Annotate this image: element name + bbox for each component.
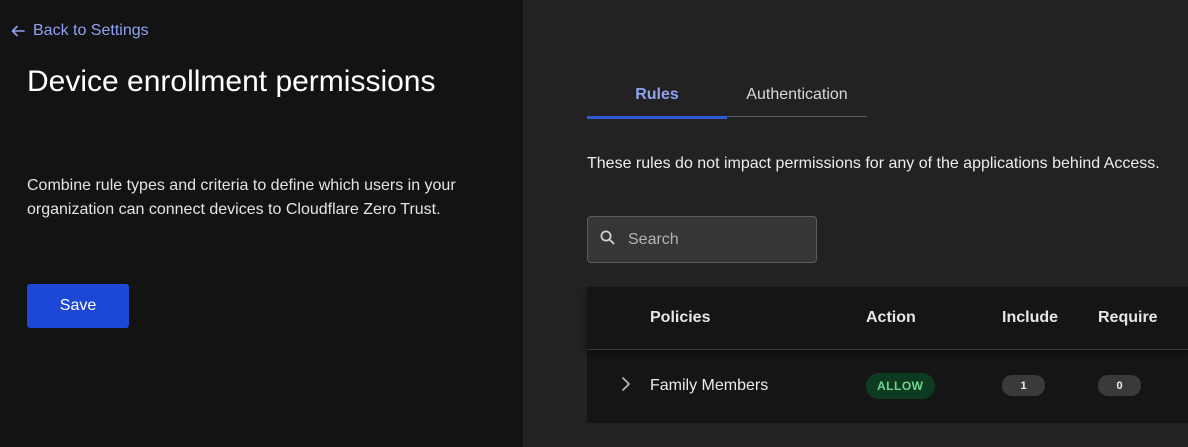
- table-row[interactable]: Family Members ALLOW 1 0: [587, 351, 1188, 423]
- include-count: 1: [1002, 375, 1045, 396]
- save-button[interactable]: Save: [27, 284, 129, 328]
- table-header: Policies Action Include Require: [587, 287, 1188, 350]
- app-root: Back to Settings Device enrollment permi…: [0, 0, 1188, 447]
- arrow-left-icon: [11, 25, 25, 37]
- policy-name[interactable]: Family Members: [650, 377, 768, 395]
- tab-bar: Rules Authentication: [587, 72, 867, 119]
- search-icon: [600, 230, 615, 250]
- chevron-right-icon[interactable]: [621, 376, 631, 397]
- page-description: Combine rule types and criteria to defin…: [27, 177, 456, 218]
- tab-authentication[interactable]: Authentication: [727, 72, 867, 117]
- back-link-label: Back to Settings: [33, 22, 149, 39]
- settings-panel: Back to Settings Device enrollment permi…: [0, 0, 523, 447]
- search-box: [587, 216, 817, 263]
- tab-rules[interactable]: Rules: [587, 72, 727, 119]
- column-header-policies[interactable]: Policies: [650, 309, 710, 327]
- require-count: 0: [1098, 375, 1141, 396]
- column-header-require[interactable]: Require: [1098, 309, 1158, 327]
- action-badge: ALLOW: [866, 373, 935, 399]
- rules-info-text: These rules do not impact permissions fo…: [587, 155, 1160, 172]
- back-to-settings-link[interactable]: Back to Settings: [11, 22, 149, 40]
- policies-table: Policies Action Include Require Family M…: [587, 287, 1188, 423]
- column-header-include[interactable]: Include: [1002, 309, 1058, 327]
- column-header-action[interactable]: Action: [866, 309, 916, 327]
- search-input[interactable]: [628, 230, 798, 249]
- page-title: Device enrollment permissions: [27, 65, 436, 98]
- rules-panel: Rules Authentication These rules do not …: [523, 0, 1188, 447]
